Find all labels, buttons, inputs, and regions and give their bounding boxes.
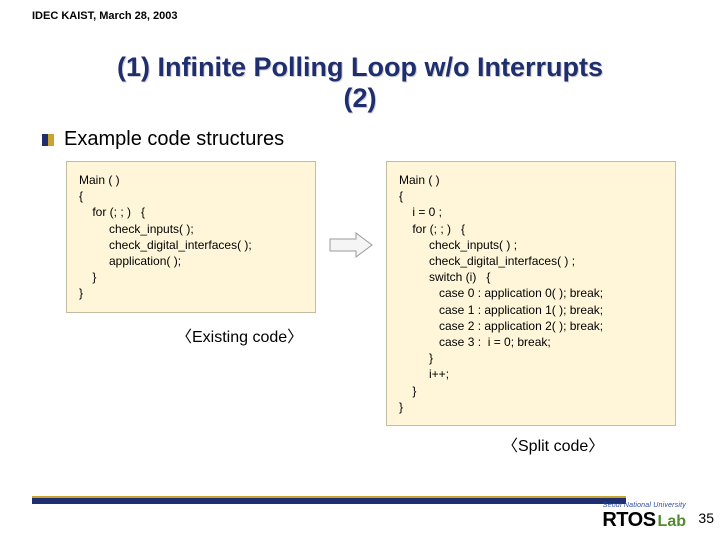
slide-body: Example code structures Main ( ) { for (… — [32, 128, 688, 456]
bullet-row: Example code structures — [42, 128, 688, 151]
arrow-right-icon — [328, 231, 374, 259]
footer-lab-main: RTOS — [602, 510, 655, 530]
footer-lab: RTOS Lab — [602, 510, 686, 530]
footer-lab-sub: Lab — [658, 514, 686, 530]
code-columns: Main ( ) { for (; ; ) { check_inputs( );… — [66, 161, 688, 426]
left-column: Main ( ) { for (; ; ) { check_inputs( );… — [66, 161, 316, 347]
right-column: Main ( ) { i = 0 ; for (; ; ) { check_in… — [386, 161, 676, 426]
bullet-icon — [42, 134, 54, 146]
page-number: 35 — [698, 510, 714, 526]
slide-title: (1) Infinite Polling Loop w/o Interrupts… — [32, 52, 688, 114]
slide-title-line1: (1) Infinite Polling Loop w/o Interrupts — [32, 52, 688, 83]
footer-university: Seoul National University — [602, 502, 686, 509]
slide: IDEC KAIST, March 28, 2003 (1) Infinite … — [0, 0, 720, 540]
footer-logo: Seoul National University RTOS Lab — [602, 502, 686, 530]
bullet-text: Example code structures — [64, 128, 284, 151]
footer-divider-navy — [32, 498, 626, 504]
slide-title-line2: (2) — [32, 83, 688, 114]
caption-existing: 〈Existing code〉 — [176, 323, 316, 347]
header-venue: IDEC KAIST, March 28, 2003 — [32, 10, 688, 22]
code-box-split: Main ( ) { i = 0 ; for (; ; ) { check_in… — [386, 161, 676, 426]
arrow-column — [328, 161, 374, 259]
code-box-existing: Main ( ) { for (; ; ) { check_inputs( );… — [66, 161, 316, 313]
caption-split: 〈Split code〉 — [502, 432, 688, 456]
footer-divider — [32, 496, 626, 504]
